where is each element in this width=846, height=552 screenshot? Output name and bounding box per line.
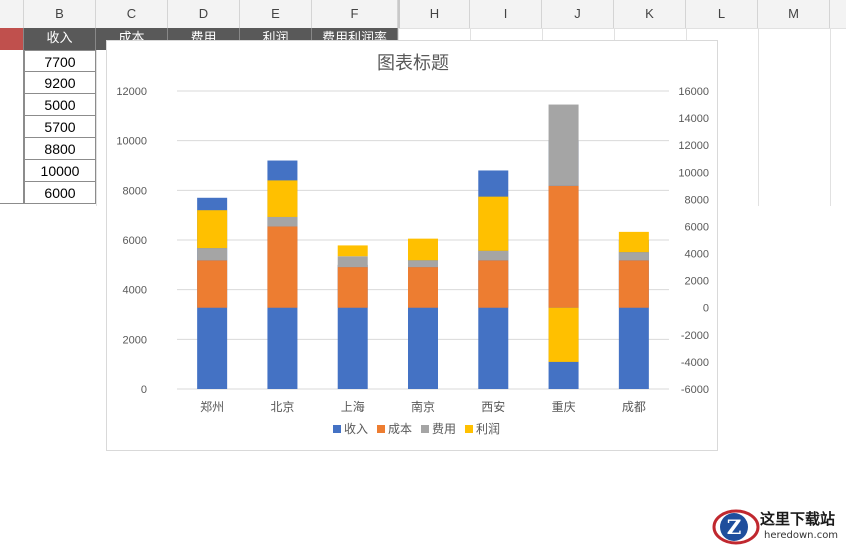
header-cell-income[interactable]: 收入 — [24, 28, 96, 50]
bar-费用 — [337, 256, 368, 268]
left-axis-tick-label: 4000 — [123, 285, 147, 297]
right-axis-tick-label: 2000 — [685, 276, 709, 288]
legend-label: 成本 — [388, 422, 412, 436]
cell-income-row-4[interactable]: 5700 — [24, 116, 96, 138]
cell-column-a-partial[interactable] — [0, 50, 24, 204]
legend-swatch — [333, 425, 341, 433]
column-header-j[interactable]: J — [542, 0, 614, 28]
bar-利润 — [408, 238, 438, 261]
cell-income-row-2[interactable]: 9200 — [24, 72, 96, 94]
bar-利润 — [548, 307, 579, 362]
chart-title: 图表标题 — [377, 53, 449, 74]
column-header-d[interactable]: D — [168, 0, 240, 28]
header-cell-a-partial[interactable] — [0, 28, 24, 50]
bar-费用 — [408, 260, 438, 268]
right-axis-tick-label: 14000 — [678, 113, 709, 125]
left-axis-tick-label: 2000 — [123, 334, 147, 346]
heredown-logo-icon: Z — [712, 509, 760, 545]
bar-成本 — [408, 267, 438, 308]
column-header-h[interactable]: H — [398, 0, 470, 28]
bar-费用 — [267, 216, 298, 227]
left-axis-tick-label: 6000 — [123, 235, 147, 247]
bar-费用 — [478, 250, 509, 261]
column-header-a-partial[interactable] — [0, 0, 24, 28]
category-label: 重庆 — [552, 400, 576, 414]
right-axis-tick-label: -4000 — [681, 357, 709, 369]
category-label: 南京 — [411, 399, 435, 414]
category-label: 西安 — [481, 399, 505, 414]
stacked-bar-chart: 图表标题 0 2000 4000 6000 8000 10000 12000 -6000 -400… — [116, 53, 709, 436]
left-axis-tick-label: 0 — [141, 384, 147, 396]
right-axis-tick-label: -6000 — [681, 384, 709, 396]
cell-income-row-1[interactable]: 7700 — [24, 50, 96, 72]
column-header-c[interactable]: C — [96, 0, 168, 28]
bar-成本 — [478, 260, 509, 308]
bar-成本 — [197, 260, 228, 308]
bar-费用 — [548, 104, 579, 186]
column-header-f[interactable]: F — [312, 0, 398, 28]
right-axis-tick-label: 6000 — [685, 221, 709, 233]
right-axis-tick-label: 4000 — [685, 249, 709, 261]
category-label: 上海 — [341, 399, 365, 414]
cell-income-row-7[interactable]: 6000 — [24, 182, 96, 204]
bar-费用 — [197, 248, 228, 261]
cell-income-row-3[interactable]: 5000 — [24, 94, 96, 116]
watermark-logo: Z 这里下载站 heredown.com — [710, 506, 842, 548]
right-axis-tick-label: 0 — [703, 303, 709, 315]
bar-利润 — [478, 196, 509, 251]
legend-swatch — [377, 425, 385, 433]
bar-利润 — [197, 210, 228, 249]
chart-area[interactable]: 图表标题 0 2000 4000 6000 8000 10000 12000 -6000 -400… — [106, 40, 718, 451]
bar-利润 — [267, 180, 298, 217]
right-axis-tick-label: 8000 — [685, 194, 709, 206]
column-header-e[interactable]: E — [240, 0, 312, 28]
bar-成本 — [267, 226, 298, 308]
column-header-m[interactable]: M — [758, 0, 830, 28]
right-axis-tick-label: -2000 — [681, 330, 709, 342]
cell-income-row-6[interactable]: 10000 — [24, 160, 96, 182]
legend-label: 费用 — [432, 422, 456, 436]
bar-利润 — [618, 231, 649, 253]
legend-label: 收入 — [344, 422, 368, 436]
category-label: 北京 — [270, 400, 294, 414]
left-axis-tick-label: 10000 — [116, 136, 147, 148]
category-label: 成都 — [622, 400, 646, 414]
watermark-url-text: heredown.com — [764, 530, 839, 541]
left-axis-tick-label: 12000 — [116, 86, 147, 98]
legend-swatch — [465, 425, 473, 433]
bar-成本 — [548, 185, 579, 308]
bar-费用 — [618, 252, 649, 261]
watermark-cn-text: 这里下载站 — [760, 510, 836, 528]
right-axis-tick-label: 16000 — [678, 86, 709, 98]
cell-income-row-5[interactable]: 8800 — [24, 138, 96, 160]
bar-成本 — [337, 267, 368, 308]
legend-label: 利润 — [476, 422, 500, 436]
legend-swatch — [421, 425, 429, 433]
svg-text:Z: Z — [727, 515, 742, 539]
right-axis-tick-label: 12000 — [678, 140, 709, 152]
column-header-b[interactable]: B — [24, 0, 96, 28]
left-axis-tick-label: 8000 — [123, 185, 147, 197]
column-header-k[interactable]: K — [614, 0, 686, 28]
column-header-l[interactable]: L — [686, 0, 758, 28]
right-axis-tick-label: 10000 — [678, 167, 709, 179]
column-header-i[interactable]: I — [470, 0, 542, 28]
category-label: 郑州 — [200, 399, 224, 414]
column-header-bar: B C D E F H I J K L M — [0, 0, 846, 29]
bar-成本 — [618, 260, 649, 308]
bar-利润 — [337, 245, 368, 257]
